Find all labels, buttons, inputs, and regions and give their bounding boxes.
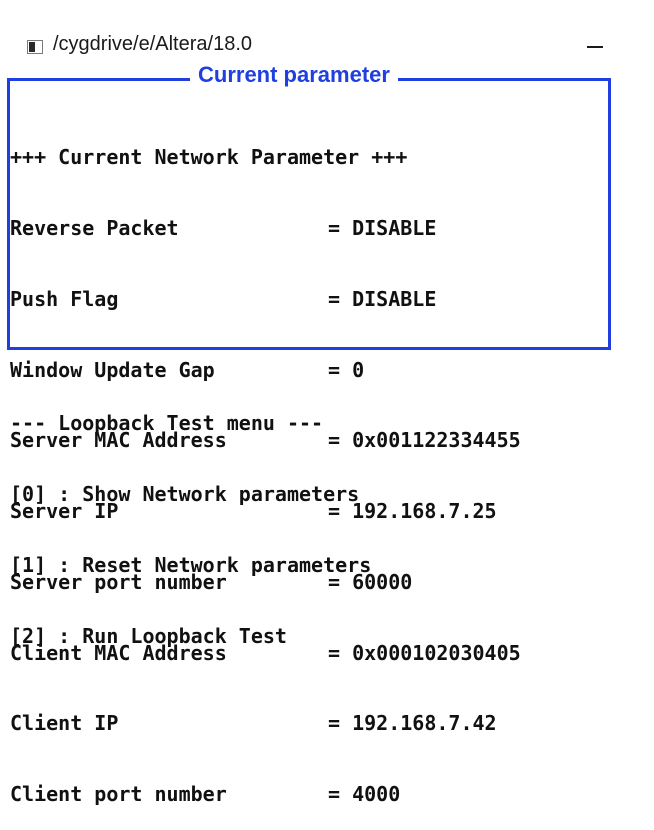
- window-title: /cygdrive/e/Altera/18.0: [53, 33, 252, 55]
- parameter-key: Client port number: [10, 782, 227, 807]
- parameter-key: Client IP: [10, 711, 119, 736]
- parameter-value: = 4000: [328, 782, 401, 807]
- title-bar: /cygdrive/e/Altera/18.0: [0, 0, 654, 70]
- menu-item: [2] : Run Loopback Test: [10, 623, 287, 648]
- menu-item: [1] : Reset Network parameters: [10, 552, 372, 577]
- minimize-button[interactable]: [575, 30, 615, 60]
- parameter-row: Push Flag = DISABLE: [10, 286, 521, 312]
- minimize-icon: [587, 46, 603, 48]
- parameter-value: = 192.168.7.42: [328, 711, 497, 736]
- parameter-value: = DISABLE: [328, 215, 437, 240]
- current-parameter-label: Current parameter: [190, 61, 398, 89]
- parameter-key: Push Flag: [10, 286, 119, 311]
- loopback-menu-output: --- Loopback Test menu --- [0] : Show Ne…: [10, 365, 371, 672]
- terminal-app-icon[interactable]: [27, 40, 43, 54]
- parameter-value: = DISABLE: [328, 286, 437, 311]
- parameter-header: +++ Current Network Parameter +++: [10, 145, 408, 170]
- parameter-row: Client IP = 192.168.7.42: [10, 712, 521, 736]
- menu-item: [0] : Show Network parameters: [10, 481, 360, 506]
- parameter-row: Client port number = 4000: [10, 782, 521, 807]
- parameter-row: Reverse Packet = DISABLE: [10, 215, 521, 241]
- menu-title: --- Loopback Test menu ---: [10, 411, 324, 436]
- parameter-key: Reverse Packet: [10, 215, 179, 240]
